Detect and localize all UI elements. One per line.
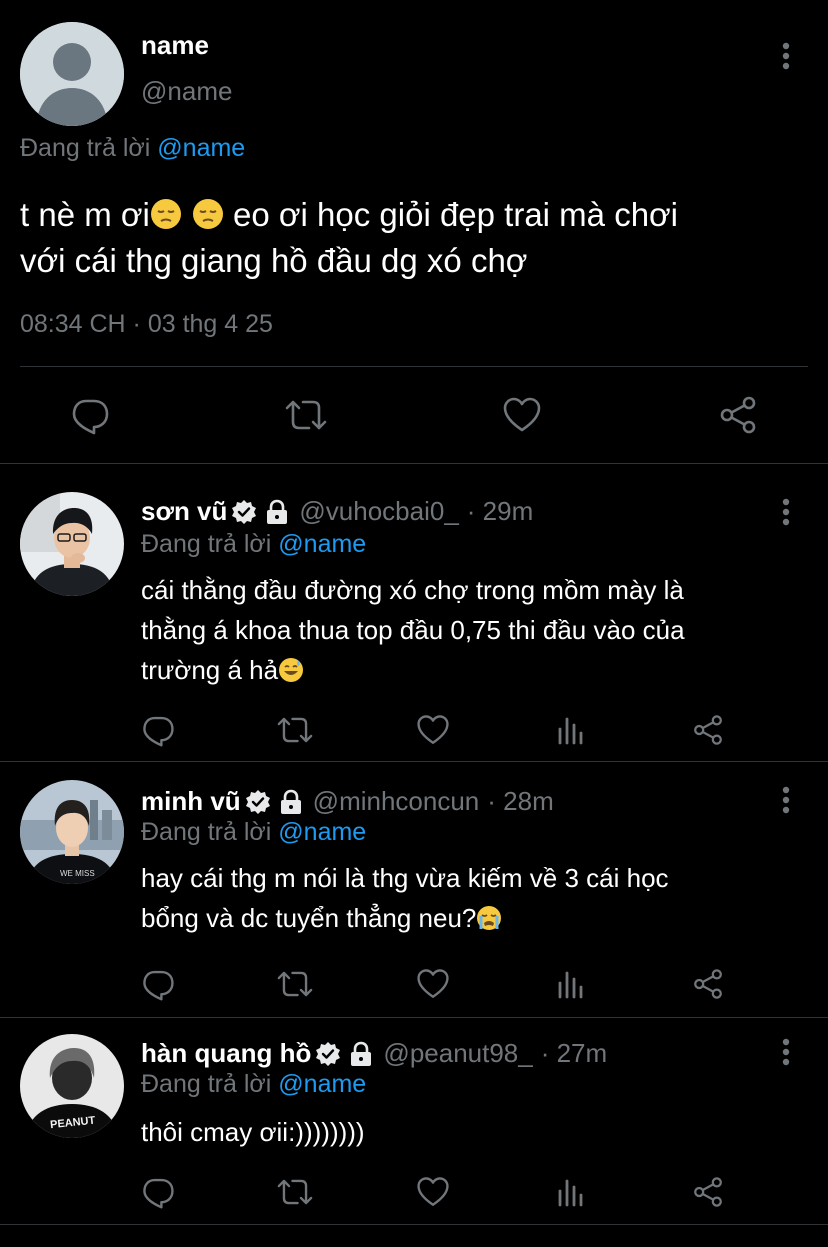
reply-text-line: trường á hả [141,655,279,685]
avatar[interactable]: WE MISS [20,780,124,884]
divider [20,366,808,367]
tweet-text: t nè m ơi eo ơi học giỏi đẹp trai mà chơ… [20,192,810,284]
share-icon[interactable] [716,393,760,437]
author-name[interactable]: hàn quang hồ [141,1038,311,1069]
svg-text:WE MISS: WE MISS [60,869,95,878]
reply-tweet[interactable]: sơn vũ @vuhocbai0_ · 29m Đang trả lời @n… [0,464,828,762]
views-icon[interactable] [551,710,591,750]
author-handle[interactable]: @peanut98_ [383,1038,532,1069]
tweet-text-line2: với cái thg giang hồ đầu dg xó chợ [20,242,528,279]
reply-text-line: bổng và dc tuyển thẳng neu? [141,903,477,933]
author-name[interactable]: minh vũ [141,786,241,817]
sweat-smile-emoji [278,657,304,683]
verified-badge-icon [231,499,257,525]
author-name[interactable]: name [141,30,209,61]
more-options-icon[interactable] [776,1038,796,1068]
retweet-icon[interactable] [275,710,315,750]
timestamp[interactable]: 08:34 CH · 03 thg 4 25 [20,310,273,339]
replying-to: Đang trả lời @name [20,134,245,163]
pensive-emoji [150,198,182,230]
author-handle[interactable]: @vuhocbai0_ [299,496,458,527]
more-options-icon[interactable] [776,786,796,816]
like-icon[interactable] [500,393,544,437]
reply-text-line: thôi cmay ơii:)))))))) [141,1117,365,1147]
reply-text-line: hay cái thg m nói là thg vừa kiếm về 3 c… [141,863,669,893]
author-name[interactable]: sơn vũ [141,496,227,527]
reply-header: hàn quang hồ @peanut98_ · 27m [141,1038,607,1069]
views-icon[interactable] [551,1172,591,1212]
like-icon[interactable] [413,964,453,1004]
reply-icon[interactable] [138,1172,178,1212]
retweet-icon[interactable] [275,1172,315,1212]
tweet-text-rest: eo ơi học giỏi đẹp trai mà chơi [233,196,679,233]
share-icon[interactable] [688,710,728,750]
avatar[interactable] [20,492,124,596]
reply-text-line: cái thằng đầu đường xó chợ trong mồm mày… [141,575,684,605]
reply-text-line: thằng á khoa thua top đầu 0,75 thi đầu v… [141,615,685,645]
replying-prefix: Đang trả lời [141,530,272,558]
replying-to: Đang trả lời @name [141,530,366,559]
verified-badge-icon [245,789,271,815]
share-icon[interactable] [688,1172,728,1212]
lock-icon [279,789,303,815]
reply-icon[interactable] [138,964,178,1004]
reply-header: sơn vũ @vuhocbai0_ · 29m [141,496,533,527]
lock-icon [265,499,289,525]
more-options-icon[interactable] [776,498,796,528]
like-icon[interactable] [413,1172,453,1212]
relative-time[interactable]: · 28m [487,786,553,817]
retweet-icon[interactable] [284,393,328,437]
reply-text: cái thằng đầu đường xó chợ trong mồm mày… [141,570,801,690]
crying-emoji [476,905,502,931]
avatar-default[interactable] [20,22,124,126]
share-icon[interactable] [688,964,728,1004]
reply-header: minh vũ @minhconcun · 28m [141,786,554,817]
reply-text: thôi cmay ơii:)))))))) [141,1112,801,1152]
main-tweet: name @name Đang trả lời @name t nè m ơi … [0,0,828,464]
replying-to-link[interactable]: @name [157,134,245,162]
relative-time[interactable]: · 27m [541,1038,607,1069]
replying-to-link[interactable]: @name [278,530,366,558]
replying-prefix: Đang trả lời [141,1070,272,1098]
avatar[interactable]: PEANUT [20,1034,124,1138]
author-handle[interactable]: @minhconcun [313,786,480,817]
reply-tweet[interactable]: WE MISS minh vũ @minhconcun · 28m Đang t… [0,762,828,1018]
replying-to: Đang trả lời @name [141,818,366,847]
author-handle[interactable]: @name [141,76,232,107]
lock-icon [349,1041,373,1067]
views-icon[interactable] [551,964,591,1004]
reply-tweet[interactable]: PEANUT hàn quang hồ @peanut98_ · 27m Đan… [0,1018,828,1247]
reply-icon[interactable] [68,393,112,437]
replying-to: Đang trả lời @name [141,1070,366,1099]
reply-text: hay cái thg m nói là thg vừa kiếm về 3 c… [141,858,801,938]
replying-to-link[interactable]: @name [278,818,366,846]
reply-icon[interactable] [138,710,178,750]
replying-to-link[interactable]: @name [278,1070,366,1098]
replying-prefix: Đang trả lời [20,134,151,162]
divider [0,1224,828,1225]
pensive-emoji [192,198,224,230]
verified-badge-icon [315,1041,341,1067]
like-icon[interactable] [413,710,453,750]
more-options-icon[interactable] [776,42,796,72]
tweet-text-start: t nè m ơi [20,196,150,233]
retweet-icon[interactable] [275,964,315,1004]
replying-prefix: Đang trả lời [141,818,272,846]
relative-time[interactable]: · 29m [467,496,533,527]
